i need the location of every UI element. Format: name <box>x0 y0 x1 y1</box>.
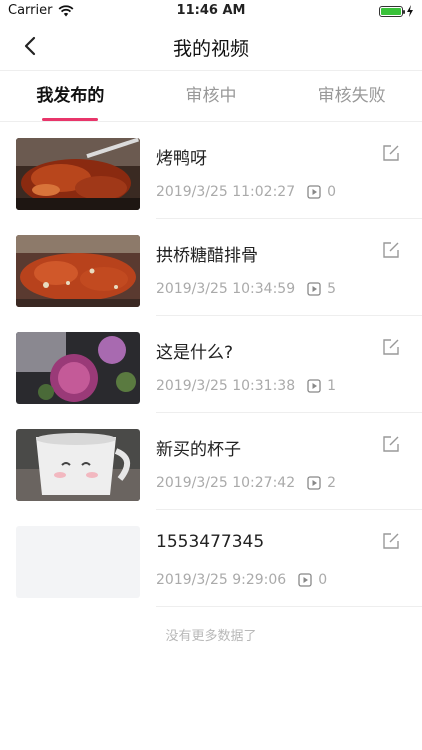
tab-label: 审核失败 <box>317 86 386 106</box>
video-thumbnail[interactable] <box>16 526 140 598</box>
play-count: 2 <box>327 475 337 491</box>
play-count-icon <box>298 573 312 587</box>
video-title: 新买的杯子 <box>156 440 241 460</box>
upload-time: 2019/3/25 10:27:42 <box>156 475 296 491</box>
status-time: 11:46 AM <box>176 3 246 18</box>
play-count: 0 <box>318 572 328 588</box>
row-divider <box>156 606 422 607</box>
upload-time: 2019/3/25 10:31:38 <box>156 378 296 394</box>
status-bar: Carrier 11:46 AM <box>0 0 422 22</box>
tab-published[interactable]: 我发布的 <box>0 71 141 121</box>
video-meta: 2019/3/25 11:02:27 0 <box>156 184 336 200</box>
page-title: 我的视频 <box>172 38 249 60</box>
video-list: 烤鸭呀 2019/3/25 11:02:27 0 拱桥糖醋排骨 2019/3/2… <box>0 122 422 607</box>
tab-bar: 我发布的 审核中 审核失败 <box>0 71 422 122</box>
video-item[interactable]: 拱桥糖醋排骨 2019/3/25 10:34:59 5 <box>0 219 422 316</box>
tab-label: 我发布的 <box>36 86 105 106</box>
play-count: 0 <box>327 184 337 200</box>
active-tab-indicator <box>42 118 99 121</box>
video-thumbnail[interactable] <box>16 332 140 404</box>
no-more-data-label: 没有更多数据了 <box>165 629 257 644</box>
ribs-image <box>16 235 140 307</box>
upload-time: 2019/3/25 9:29:06 <box>156 572 287 588</box>
tab-review-failed[interactable]: 审核失败 <box>281 71 422 121</box>
flowers-image <box>16 332 140 404</box>
cup-image <box>16 429 140 501</box>
play-count-icon <box>307 379 321 393</box>
tab-reviewing[interactable]: 审核中 <box>141 71 282 121</box>
battery-icon <box>379 5 405 17</box>
play-count-icon <box>307 185 321 199</box>
upload-time: 2019/3/25 10:34:59 <box>156 281 296 297</box>
play-count-icon <box>307 476 321 490</box>
video-item[interactable]: 1553477345 2019/3/25 9:29:06 0 <box>0 510 422 607</box>
play-count: 5 <box>327 281 337 297</box>
video-meta: 2019/3/25 10:27:42 2 <box>156 475 336 491</box>
video-thumbnail[interactable] <box>16 235 140 307</box>
nav-bar: 我的视频 <box>0 22 422 70</box>
video-meta: 2019/3/25 10:31:38 1 <box>156 378 336 394</box>
edit-icon[interactable] <box>382 144 400 162</box>
roast-duck-image <box>16 138 140 210</box>
video-item[interactable]: 烤鸭呀 2019/3/25 11:02:27 0 <box>0 122 422 219</box>
video-item[interactable]: 新买的杯子 2019/3/25 10:27:42 2 <box>0 413 422 510</box>
charging-icon <box>407 5 413 17</box>
video-meta: 2019/3/25 10:34:59 5 <box>156 281 336 297</box>
video-meta: 2019/3/25 9:29:06 0 <box>156 572 327 588</box>
play-count: 1 <box>327 378 337 394</box>
edit-icon[interactable] <box>382 532 400 550</box>
video-title: 这是什么? <box>156 343 234 363</box>
tab-label: 审核中 <box>185 86 237 106</box>
video-title: 拱桥糖醋排骨 <box>156 246 258 266</box>
edit-icon[interactable] <box>382 241 400 259</box>
upload-time: 2019/3/25 11:02:27 <box>156 184 296 200</box>
play-count-icon <box>307 282 321 296</box>
video-item[interactable]: 这是什么? 2019/3/25 10:31:38 1 <box>0 316 422 413</box>
video-title: 烤鸭呀 <box>156 149 207 169</box>
video-title: 1553477345 <box>156 532 265 552</box>
edit-icon[interactable] <box>382 435 400 453</box>
video-thumbnail[interactable] <box>16 138 140 210</box>
battery-area <box>379 5 414 17</box>
video-thumbnail[interactable] <box>16 429 140 501</box>
edit-icon[interactable] <box>382 338 400 356</box>
